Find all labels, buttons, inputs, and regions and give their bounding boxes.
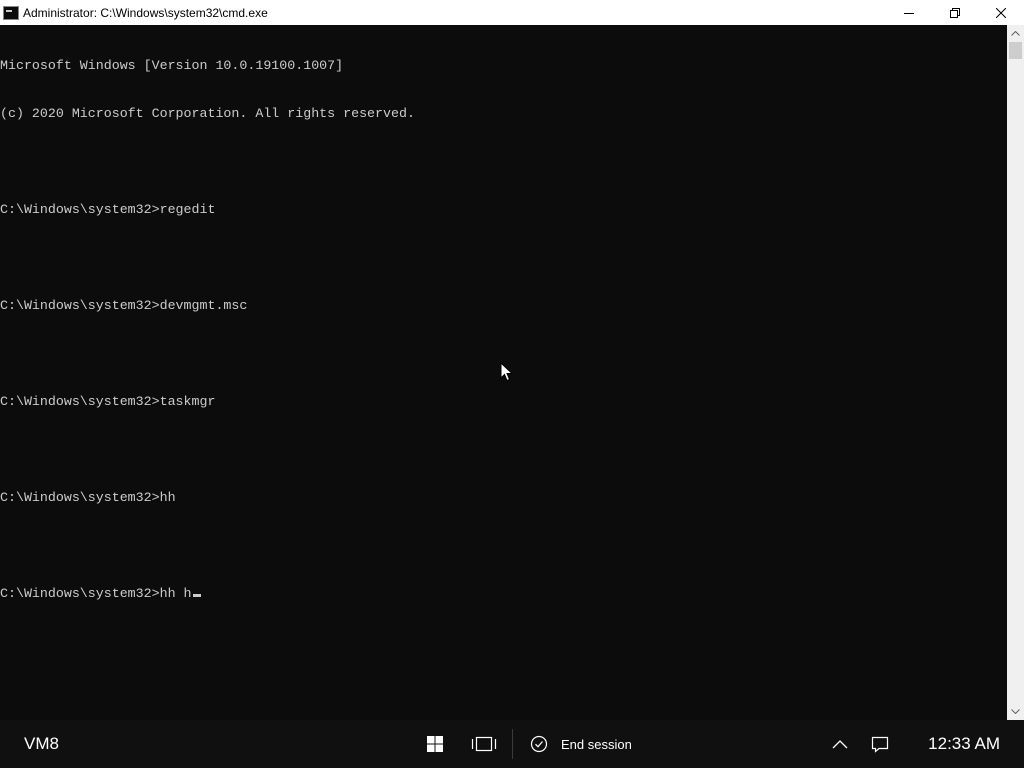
taskbar-separator [512,729,513,759]
chevron-up-icon [832,739,848,748]
minimize-icon [904,12,914,14]
console-line: C:\Windows\system32>taskmgr [0,394,216,409]
text-cursor [192,594,201,597]
window-controls [886,0,1024,25]
restore-icon [950,7,960,18]
check-circle-icon [530,735,548,753]
start-button[interactable] [420,720,450,768]
console-prompt-text: C:\Windows\system32>hh h [0,586,192,601]
window-title: Administrator: C:\Windows\system32\cmd.e… [23,5,268,20]
task-view-button[interactable] [468,720,500,768]
taskbar: VM8 End session 12:33 AM [0,720,1024,768]
mouse-pointer-icon [500,362,514,382]
cmd-window: Administrator: C:\Windows\system32\cmd.e… [0,0,1024,721]
task-view-icon [471,736,497,752]
close-icon [996,7,1006,18]
console-line: C:\Windows\system32>devmgmt.msc [0,298,248,313]
console-line: Microsoft Windows [Version 10.0.19100.10… [0,58,344,73]
action-center-button[interactable] [868,720,892,768]
windows-start-icon [427,736,443,752]
end-session-button[interactable]: End session [530,720,632,768]
cmd-icon [3,5,19,20]
show-hidden-icons-button[interactable] [828,720,852,768]
console-line: (c) 2020 Microsoft Corporation. All righ… [0,106,415,121]
vertical-scrollbar[interactable] [1007,25,1024,720]
console-line: C:\Windows\system32>regedit [0,202,216,217]
console-line: C:\Windows\system32>hh [0,490,176,505]
restore-button[interactable] [932,0,978,25]
end-session-label: End session [561,736,632,752]
title-bar[interactable]: Administrator: C:\Windows\system32\cmd.e… [0,0,1024,25]
minimize-button[interactable] [886,0,932,25]
scroll-down-button[interactable] [1007,703,1024,720]
close-button[interactable] [978,0,1024,25]
scroll-down-icon [1011,709,1020,714]
scroll-thumb[interactable] [1009,42,1022,59]
vm-label[interactable]: VM8 [24,720,59,768]
scroll-up-button[interactable] [1007,25,1024,42]
taskbar-clock[interactable]: 12:33 AM [928,720,1000,768]
console-input-line[interactable]: C:\Windows\system32>hh h [0,586,1007,602]
scroll-up-icon [1011,31,1020,36]
action-center-icon [871,736,889,753]
